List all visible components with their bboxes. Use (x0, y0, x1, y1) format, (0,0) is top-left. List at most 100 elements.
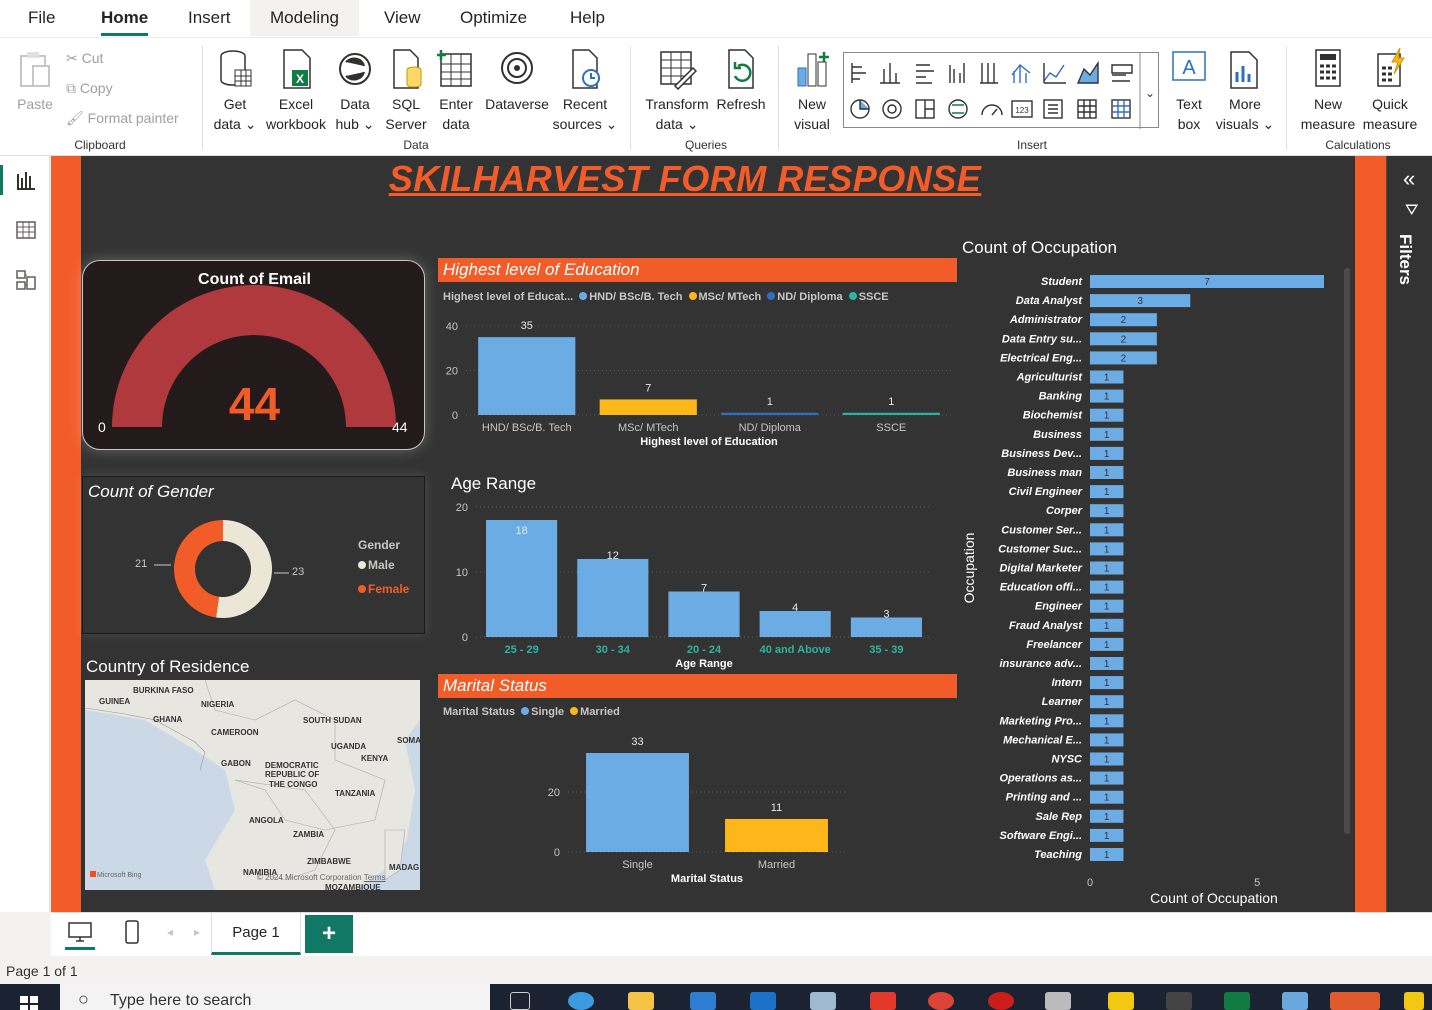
map-icon[interactable] (948, 99, 968, 119)
collapse-filters-icon[interactable]: « (1403, 166, 1415, 192)
education-bar-chart[interactable]: 0 20 40 35 HND/ BSc/B. Tech 7 MSc/ MTech 1 ND/ D… (430, 290, 960, 460)
excel-app-icon[interactable] (1224, 992, 1250, 1010)
new-visual-button[interactable]: New visual (786, 48, 838, 134)
task-view-icon[interactable] (510, 992, 530, 1010)
text-box-button[interactable]: A Text box (1164, 48, 1214, 134)
legend-item[interactable]: Single (521, 706, 564, 718)
filters-pane[interactable]: « ⛛ Filters (1386, 156, 1432, 912)
svg-text:X: X (296, 72, 304, 86)
map-country-label: ZIMBABWE (307, 857, 351, 866)
menu-optimize[interactable]: Optimize (454, 0, 533, 36)
prev-page-icon[interactable]: ◂ (167, 925, 173, 939)
multirow-card-icon[interactable] (1043, 99, 1063, 119)
scrollbar[interactable] (1344, 268, 1350, 834)
occupation-label: Civil Engineer (1009, 486, 1083, 498)
marital-bar-chart[interactable]: 0 20 33 Single 11 Married Marital Status (430, 720, 960, 890)
new-measure-button[interactable]: New measure (1296, 48, 1360, 134)
opera-icon[interactable] (988, 992, 1014, 1010)
notepad-icon[interactable] (810, 992, 836, 1010)
mobile-layout-icon[interactable] (123, 919, 141, 945)
report-view-icon[interactable] (14, 168, 38, 192)
powerbi-app-icon[interactable] (1108, 992, 1134, 1010)
refresh-button[interactable]: Refresh (714, 48, 768, 114)
sql-server-button[interactable]: SQL Server (382, 48, 430, 134)
app-icon[interactable] (870, 992, 896, 1010)
bar[interactable] (721, 412, 819, 415)
occupation-label: Business man (1007, 467, 1082, 479)
get-data-button[interactable]: Get data ⌄ (210, 48, 260, 134)
add-page-button[interactable]: + (305, 915, 353, 953)
document-icon[interactable] (1045, 992, 1071, 1010)
pie-chart-icon[interactable] (850, 99, 870, 119)
bar[interactable] (586, 753, 689, 852)
treemap-icon[interactable] (915, 99, 935, 119)
model-view-icon[interactable] (14, 268, 38, 292)
menu-file[interactable]: File (22, 0, 61, 36)
windows-start-icon[interactable] (20, 994, 40, 1010)
clustered-bar-icon[interactable] (916, 64, 934, 84)
table-icon[interactable] (1077, 99, 1097, 119)
page-tab[interactable]: Page 1 (211, 913, 301, 955)
table-view-icon[interactable] (14, 218, 38, 242)
line-column-icon[interactable] (1011, 64, 1031, 83)
card-icon[interactable]: 123 (1011, 100, 1033, 118)
taskbar-search[interactable]: ○ Type here to search (60, 984, 490, 1010)
paste-button[interactable]: Paste (14, 50, 56, 114)
more-visuals-icon (1230, 51, 1258, 89)
menu-help[interactable]: Help (564, 0, 611, 36)
menu-home[interactable]: Home (95, 0, 154, 36)
stacked-column-icon[interactable] (880, 63, 900, 84)
bar[interactable] (486, 520, 558, 637)
data-hub-button[interactable]: Data hub ⌄ (332, 48, 378, 134)
desktop-layout-icon[interactable] (67, 921, 93, 943)
format-painter-button[interactable]: 🖌 Format painter (66, 106, 179, 130)
dataverse-button[interactable]: Dataverse (482, 48, 552, 114)
clustered-column-icon[interactable] (949, 63, 965, 83)
bar[interactable] (478, 337, 576, 415)
occupation-bar-chart[interactable]: Student 7 Data Analyst 3 Administrator 2 Data … (960, 268, 1350, 908)
quick-measure-button[interactable]: Quick measure (1360, 48, 1420, 134)
powerbi-tray-icon[interactable] (1404, 992, 1424, 1010)
photos-icon[interactable] (1282, 992, 1308, 1010)
column-100-icon[interactable] (980, 63, 998, 84)
gauge-icon[interactable] (981, 104, 1003, 116)
ribbon-chart-icon[interactable] (1111, 64, 1133, 82)
country-map-visual[interactable]: BURKINA FASO GUINEA NIGERIA GHANA CAMEROON SO… (85, 680, 420, 890)
legend-item[interactable]: Married (570, 706, 620, 718)
recent-sources-button[interactable]: Recent sources ⌄ (552, 48, 618, 134)
next-page-icon[interactable]: ▸ (194, 925, 200, 939)
edge-icon[interactable] (568, 992, 594, 1010)
chrome-icon[interactable] (928, 992, 954, 1010)
transform-data-button[interactable]: Transform data ⌄ (640, 48, 714, 134)
excel-workbook-button[interactable]: X Excel workbook (262, 48, 330, 134)
gender-donut-visual[interactable]: Count of Gender 21 23 Gender Male Female (82, 476, 425, 634)
age-bar-chart[interactable]: 0 10 20 18 25 - 29 12 30 - 34 7 20 - 24 4 40 and A… (430, 495, 960, 675)
bar[interactable] (577, 559, 649, 637)
bar[interactable] (842, 412, 940, 415)
gauge-visual[interactable]: Count of Email 44 0 44 (82, 260, 425, 450)
map-terms-link[interactable]: Terms (364, 873, 386, 882)
file-explorer-icon[interactable] (628, 992, 654, 1010)
line-chart-icon[interactable] (1043, 63, 1066, 84)
visual-gallery[interactable]: 123 ⌄ (843, 52, 1159, 129)
bar[interactable] (599, 399, 697, 415)
mail-icon[interactable] (750, 992, 776, 1010)
more-visuals-button[interactable]: More visuals ⌄ (1214, 48, 1276, 134)
area-chart-icon[interactable] (1076, 60, 1099, 84)
bar[interactable] (725, 819, 828, 852)
map-copyright: © 2024 Microsoft Corporation Terms (257, 873, 386, 882)
terminal-icon[interactable] (1166, 992, 1192, 1010)
enter-data-button[interactable]: Enter data (432, 48, 480, 134)
cut-button[interactable]: ✂ Cut (66, 46, 103, 70)
menu-modeling[interactable]: Modeling (250, 0, 359, 36)
stacked-bar-icon[interactable] (851, 63, 866, 83)
menu-insert[interactable]: Insert (182, 0, 237, 36)
bar[interactable] (668, 591, 740, 638)
matrix-icon[interactable] (1111, 99, 1131, 119)
copy-button[interactable]: ⧉ Copy (66, 76, 113, 100)
menu-view[interactable]: View (378, 0, 427, 36)
bar[interactable] (759, 611, 831, 637)
active-app-icon[interactable] (1330, 992, 1380, 1010)
store-icon[interactable] (690, 992, 716, 1010)
donut-chart-icon[interactable] (882, 99, 902, 119)
